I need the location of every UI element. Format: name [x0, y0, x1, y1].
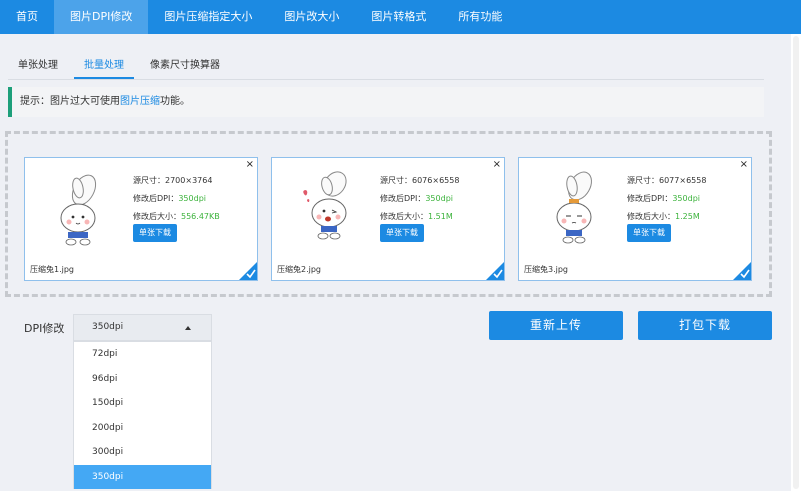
card-info: 源尺寸：2700×3764 修改后DPI：350dpi 修改后大小：556.47… [133, 172, 220, 226]
dpi-options-list: 72dpi 96dpi 150dpi 200dpi 300dpi 350dpi [73, 341, 212, 489]
bunny-thumbnail-2 [297, 168, 357, 250]
download-zip-button[interactable]: 打包下载 [638, 311, 772, 340]
check-icon [486, 262, 504, 280]
single-download-button[interactable]: 单张下载 [133, 224, 177, 242]
file-name: 压缩兔2.jpg [277, 265, 322, 274]
dpi-result-value: 350dpi [425, 194, 453, 203]
size-result-value: 1.25M [675, 212, 700, 221]
close-icon[interactable]: × [493, 159, 501, 171]
dpi-result-label: 修改后DPI： [133, 194, 179, 203]
source-size-value: 2700×3764 [165, 176, 213, 185]
reupload-button[interactable]: 重新上传 [489, 311, 623, 340]
source-size-value: 6077×6558 [659, 176, 707, 185]
top-nav: 首页 图片DPI修改 图片压缩指定大小 图片改大小 图片转格式 所有功能 [0, 0, 801, 34]
size-result-label: 修改后大小： [133, 212, 181, 221]
tab-batch[interactable]: 批量处理 [74, 54, 134, 79]
size-result-label: 修改后大小： [380, 212, 428, 221]
dpi-select[interactable]: 350dpi [73, 314, 212, 341]
nav-item-convert-format[interactable]: 图片转格式 [355, 0, 442, 34]
nav-item-dpi-modify[interactable]: 图片DPI修改 [54, 0, 149, 34]
tip-suffix: 功能。 [160, 96, 190, 107]
tab-single[interactable]: 单张处理 [8, 54, 68, 79]
check-icon [733, 262, 751, 280]
file-name: 压缩兔1.jpg [30, 265, 75, 274]
mode-tabs: 单张处理 批量处理 像素尺寸换算器 [8, 54, 764, 80]
caret-up-icon [185, 326, 191, 330]
dpi-select-value: 350dpi [92, 322, 124, 332]
single-download-button[interactable]: 单张下载 [380, 224, 424, 242]
close-icon[interactable]: × [246, 159, 254, 171]
source-size-value: 6076×6558 [412, 176, 460, 185]
dpi-result-label: 修改后DPI： [627, 194, 673, 203]
source-size-label: 源尺寸： [133, 176, 165, 185]
size-result-value: 556.47KB [181, 212, 220, 221]
nav-item-resize[interactable]: 图片改大小 [268, 0, 355, 34]
size-result-label: 修改后大小： [627, 212, 675, 221]
file-name: 压缩兔3.jpg [524, 265, 569, 274]
dpi-option-300[interactable]: 300dpi [74, 440, 211, 465]
dpi-option-200[interactable]: 200dpi [74, 416, 211, 441]
size-result-value: 1.51M [428, 212, 453, 221]
scrollbar-thumb[interactable] [793, 36, 799, 489]
single-download-button[interactable]: 单张下载 [627, 224, 671, 242]
nav-item-all-features[interactable]: 所有功能 [442, 0, 518, 34]
card-info: 源尺寸：6077×6558 修改后DPI：350dpi 修改后大小：1.25M [627, 172, 706, 226]
card-info: 源尺寸：6076×6558 修改后DPI：350dpi 修改后大小：1.51M [380, 172, 459, 226]
image-card-3: 源尺寸：6077×6558 修改后DPI：350dpi 修改后大小：1.25M … [518, 157, 752, 281]
tip-bar: 提示：图片过大可使用图片压缩功能。 [8, 87, 764, 117]
bunny-thumbnail-3 [544, 168, 604, 250]
source-size-label: 源尺寸： [627, 176, 659, 185]
dpi-option-72[interactable]: 72dpi [74, 342, 211, 367]
dpi-option-150[interactable]: 150dpi [74, 391, 211, 416]
bunny-thumbnail-1 [50, 168, 110, 250]
tip-compress-link[interactable]: 图片压缩 [120, 96, 160, 107]
nav-item-compress-size[interactable]: 图片压缩指定大小 [148, 0, 268, 34]
source-size-label: 源尺寸： [380, 176, 412, 185]
image-card-1: 源尺寸：2700×3764 修改后DPI：350dpi 修改后大小：556.47… [24, 157, 258, 281]
tip-prefix: 提示：图片过大可使用 [20, 96, 120, 107]
dpi-label: DPI修改 [24, 322, 65, 335]
check-icon [239, 262, 257, 280]
dpi-result-label: 修改后DPI： [380, 194, 426, 203]
image-card-2: 源尺寸：6076×6558 修改后DPI：350dpi 修改后大小：1.51M … [271, 157, 505, 281]
close-icon[interactable]: × [740, 159, 748, 171]
tab-pixel-calculator[interactable]: 像素尺寸换算器 [140, 54, 230, 79]
nav-item-home[interactable]: 首页 [0, 0, 54, 34]
dpi-option-96[interactable]: 96dpi [74, 367, 211, 392]
dpi-option-350[interactable]: 350dpi [74, 464, 211, 489]
dpi-result-value: 350dpi [672, 194, 700, 203]
dpi-result-value: 350dpi [178, 194, 206, 203]
